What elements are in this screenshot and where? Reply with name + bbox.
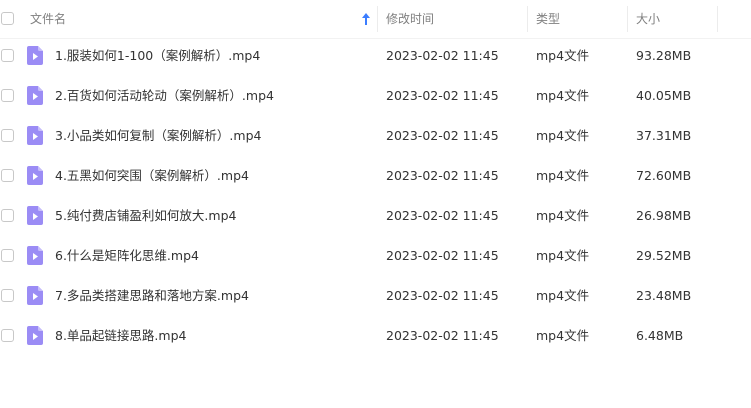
video-file-icon — [27, 206, 43, 225]
file-size: 29.52MB — [636, 248, 692, 263]
file-size: 26.98MB — [636, 208, 692, 223]
column-header-name[interactable]: 文件名 — [30, 0, 66, 38]
video-file-icon — [27, 286, 43, 305]
table-row[interactable]: 6.什么是矩阵化思维.mp4 2023-02-02 11:45 mp4文件 29.52… — [0, 236, 751, 276]
video-file-icon — [27, 326, 43, 345]
file-size: 72.60MB — [636, 168, 692, 183]
table-row[interactable]: 2.百货如何活动轮动（案例解析）.mp4 2023-02-02 11:45 mp4文… — [0, 76, 751, 116]
file-size: 6.48MB — [636, 328, 684, 343]
file-size: 93.28MB — [636, 48, 692, 63]
file-size: 37.31MB — [636, 128, 692, 143]
file-name[interactable]: 5.纯付费店铺盈利如何放大.mp4 — [55, 196, 236, 236]
file-type: mp4文件 — [536, 328, 590, 343]
file-type: mp4文件 — [536, 128, 590, 143]
file-name[interactable]: 7.多品类搭建思路和落地方案.mp4 — [55, 276, 249, 316]
file-list: 文件名 修改时间 类型 大小 1.服装如何1-100（案例解析）.mp4 2023… — [0, 0, 751, 408]
file-modified-time: 2023-02-02 11:45 — [386, 288, 499, 303]
table-row[interactable]: 8.单品起链接思路.mp4 2023-02-02 11:45 mp4文件 6.48MB — [0, 316, 751, 356]
column-divider[interactable] — [717, 6, 718, 32]
column-header-modified[interactable]: 修改时间 — [386, 0, 434, 38]
file-name[interactable]: 2.百货如何活动轮动（案例解析）.mp4 — [55, 76, 274, 116]
file-type: mp4文件 — [536, 88, 590, 103]
row-checkbox[interactable] — [1, 209, 14, 222]
column-divider[interactable] — [377, 6, 378, 32]
row-checkbox[interactable] — [1, 169, 14, 182]
row-checkbox[interactable] — [1, 49, 14, 62]
select-all-checkbox[interactable] — [1, 12, 14, 25]
column-header-type[interactable]: 类型 — [536, 0, 560, 38]
table-row[interactable]: 7.多品类搭建思路和落地方案.mp4 2023-02-02 11:45 mp4文件 2… — [0, 276, 751, 316]
file-modified-time: 2023-02-02 11:45 — [386, 128, 499, 143]
file-modified-time: 2023-02-02 11:45 — [386, 48, 499, 63]
file-modified-time: 2023-02-02 11:45 — [386, 248, 499, 263]
video-file-icon — [27, 126, 43, 145]
file-size: 40.05MB — [636, 88, 692, 103]
row-checkbox[interactable] — [1, 129, 14, 142]
file-modified-time: 2023-02-02 11:45 — [386, 208, 499, 223]
video-file-icon — [27, 246, 43, 265]
table-row[interactable]: 5.纯付费店铺盈利如何放大.mp4 2023-02-02 11:45 mp4文件 26… — [0, 196, 751, 236]
video-file-icon — [27, 86, 43, 105]
file-type: mp4文件 — [536, 168, 590, 183]
list-header: 文件名 修改时间 类型 大小 — [0, 0, 751, 39]
file-size: 23.48MB — [636, 288, 692, 303]
file-type: mp4文件 — [536, 248, 590, 263]
file-name[interactable]: 4.五黑如何突围（案例解析）.mp4 — [55, 156, 249, 196]
file-modified-time: 2023-02-02 11:45 — [386, 168, 499, 183]
table-row[interactable]: 4.五黑如何突围（案例解析）.mp4 2023-02-02 11:45 mp4文件 7… — [0, 156, 751, 196]
file-name[interactable]: 8.单品起链接思路.mp4 — [55, 316, 186, 356]
table-row[interactable]: 3.小品类如何复制（案例解析）.mp4 2023-02-02 11:45 mp4文件… — [0, 116, 751, 156]
file-name[interactable]: 3.小品类如何复制（案例解析）.mp4 — [55, 116, 261, 156]
row-checkbox[interactable] — [1, 329, 14, 342]
file-type: mp4文件 — [536, 208, 590, 223]
table-row[interactable]: 1.服装如何1-100（案例解析）.mp4 2023-02-02 11:45 mp4… — [0, 36, 751, 76]
row-checkbox[interactable] — [1, 249, 14, 262]
file-modified-time: 2023-02-02 11:45 — [386, 328, 499, 343]
column-divider[interactable] — [627, 6, 628, 32]
file-name[interactable]: 1.服装如何1-100（案例解析）.mp4 — [55, 36, 260, 76]
video-file-icon — [27, 166, 43, 185]
column-divider[interactable] — [527, 6, 528, 32]
row-checkbox[interactable] — [1, 89, 14, 102]
file-name[interactable]: 6.什么是矩阵化思维.mp4 — [55, 236, 199, 276]
arrow-up-icon[interactable] — [360, 11, 372, 27]
file-type: mp4文件 — [536, 288, 590, 303]
video-file-icon — [27, 46, 43, 65]
column-header-size[interactable]: 大小 — [636, 0, 660, 38]
file-modified-time: 2023-02-02 11:45 — [386, 88, 499, 103]
file-type: mp4文件 — [536, 48, 590, 63]
row-checkbox[interactable] — [1, 289, 14, 302]
